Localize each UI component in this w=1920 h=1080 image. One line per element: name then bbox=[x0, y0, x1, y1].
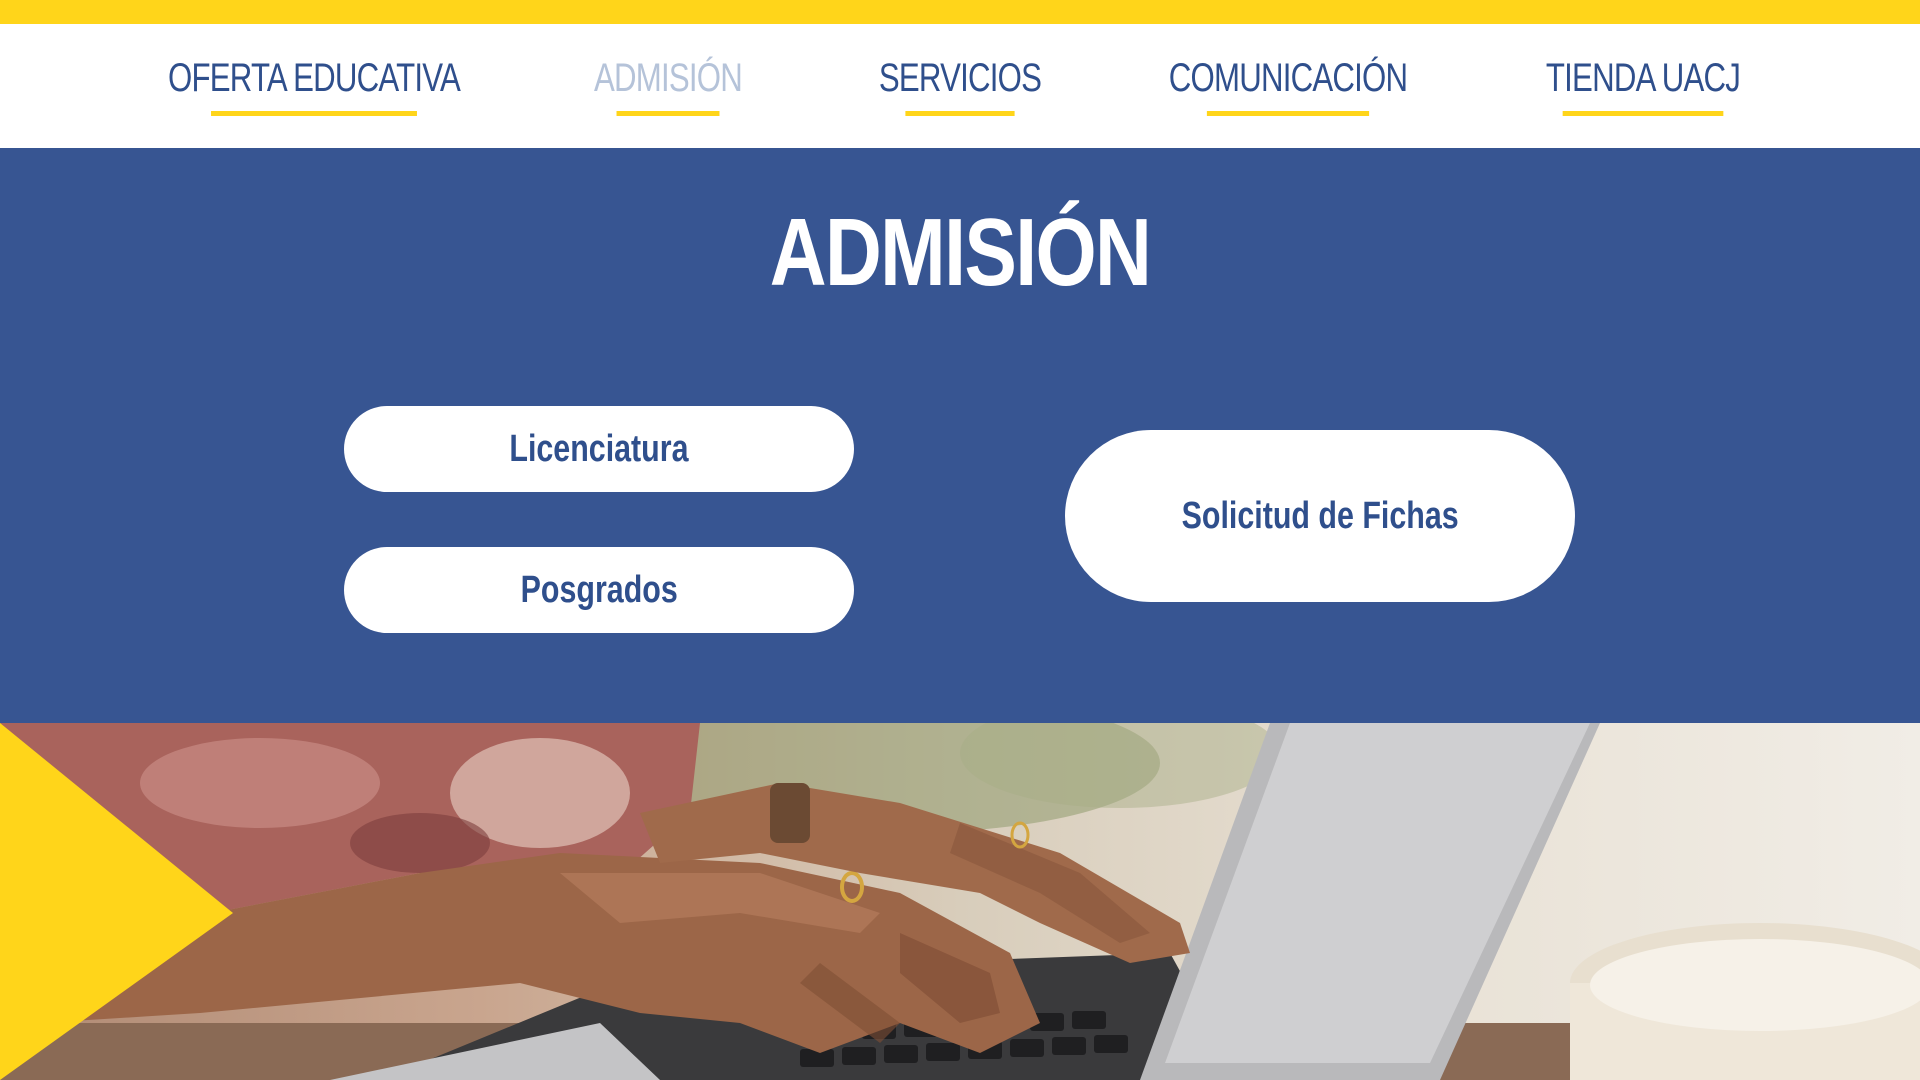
licenciatura-button-label: Licenciatura bbox=[509, 427, 689, 470]
solicitud-de-fichas-button-label: Solicitud de Fichas bbox=[1181, 494, 1459, 537]
page-title: ADMISIÓN bbox=[769, 199, 1152, 306]
nav-admision[interactable]: ADMISIÓN bbox=[594, 24, 743, 116]
licenciatura-button[interactable]: Licenciatura bbox=[344, 406, 854, 492]
nav-servicios[interactable]: SERVICIOS bbox=[879, 24, 1042, 116]
nav-oferta-educativa[interactable]: OFERTA EDUCATIVA bbox=[168, 24, 461, 116]
posgrados-button[interactable]: Posgrados bbox=[344, 547, 854, 633]
admission-hero: ADMISIÓN Licenciatura Posgrados Solicitu… bbox=[0, 148, 1920, 723]
nav-tienda-uacj[interactable]: TIENDA UACJ bbox=[1546, 24, 1741, 116]
laptop-typing-photo bbox=[0, 723, 1920, 1080]
main-navigation: OFERTA EDUCATIVA ADMISIÓN SERVICIOS COMU… bbox=[0, 24, 1920, 148]
nav-comunicacion[interactable]: COMUNICACIÓN bbox=[1169, 24, 1408, 116]
top-accent-stripe bbox=[0, 0, 1920, 24]
solicitud-de-fichas-button[interactable]: Solicitud de Fichas bbox=[1065, 430, 1575, 602]
posgrados-button-label: Posgrados bbox=[520, 568, 678, 611]
laptop-typing-illustration bbox=[0, 723, 1920, 1080]
